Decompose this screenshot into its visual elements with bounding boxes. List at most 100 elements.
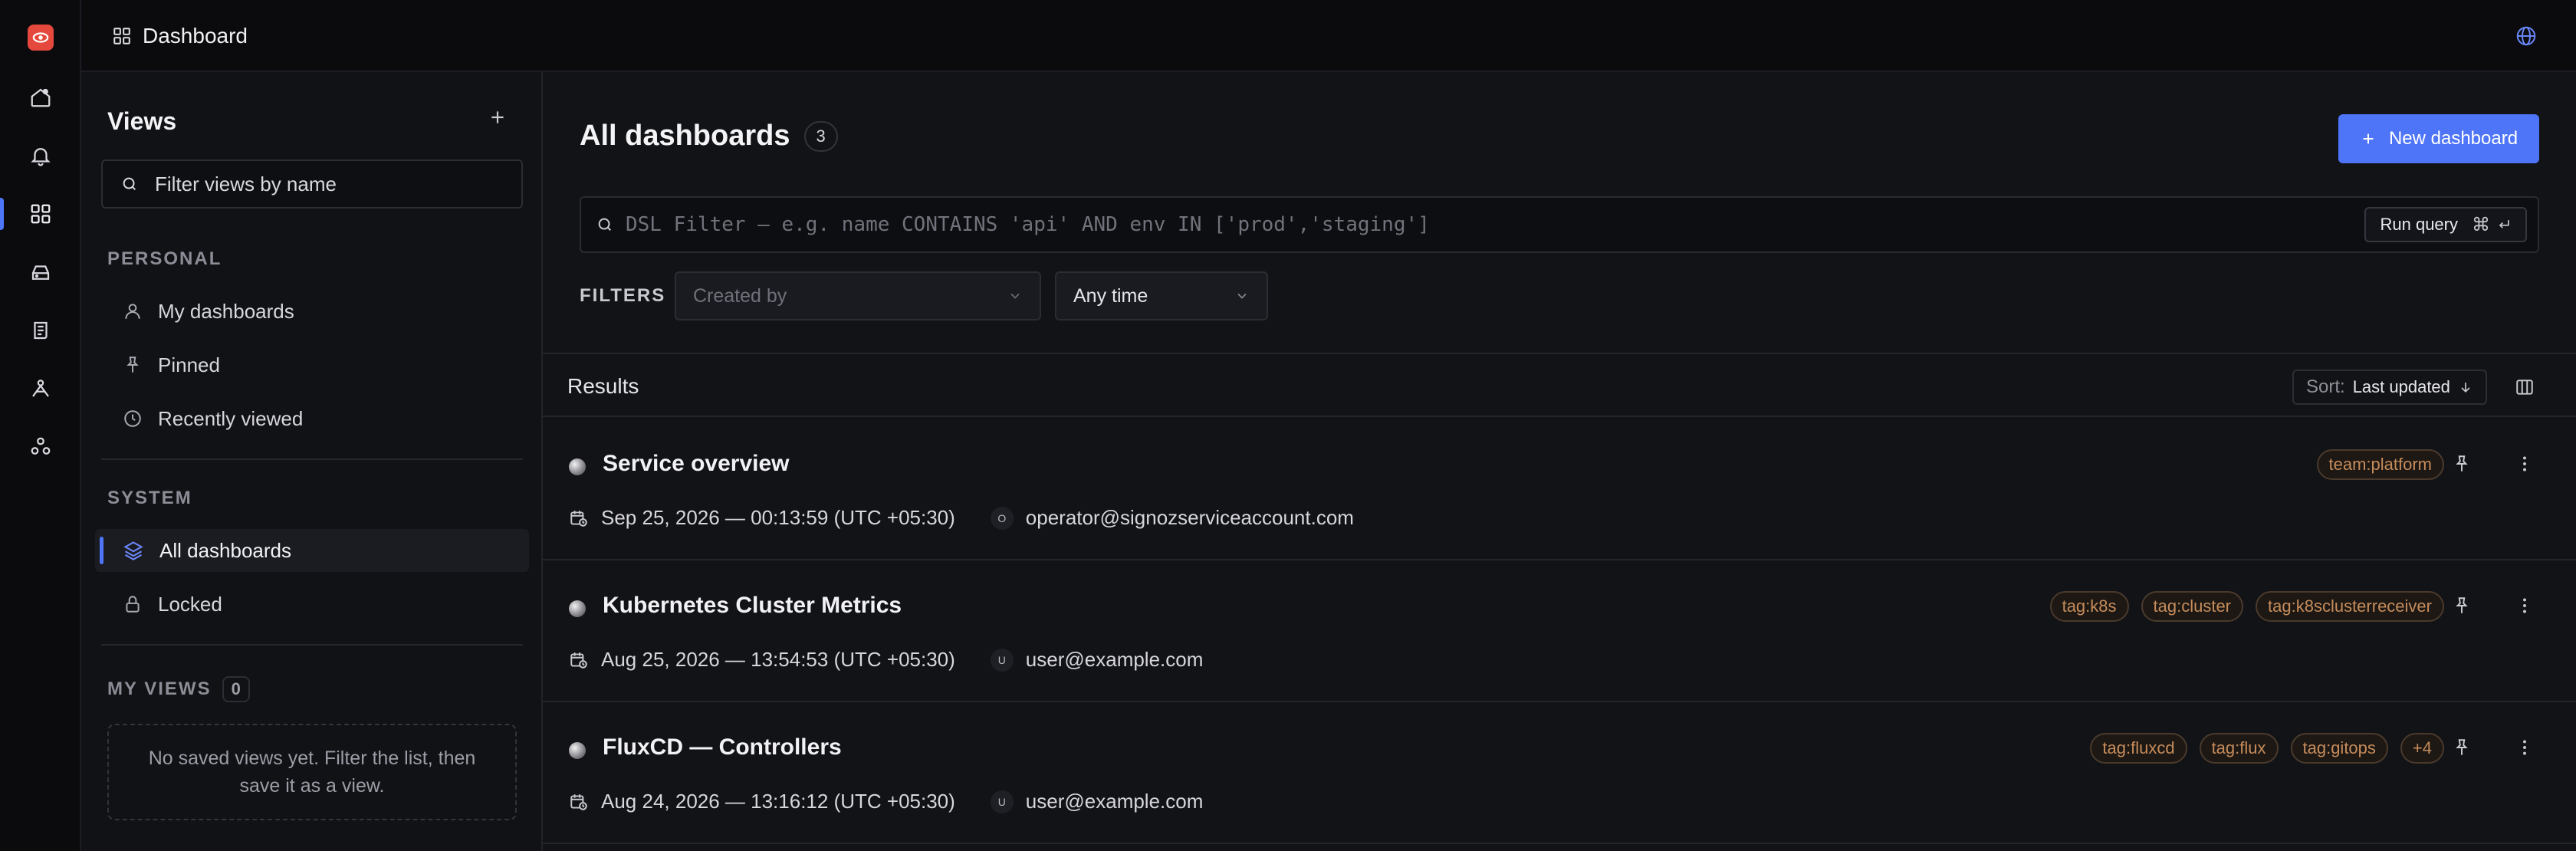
sidebar-divider: [101, 458, 523, 460]
nav-item-label: All dashboards: [159, 538, 291, 562]
logs-icon[interactable]: [0, 308, 81, 353]
nav-item-pinned[interactable]: Pinned: [95, 343, 529, 386]
dashboard-row[interactable]: FluxCD — Controllers tag:fluxcd tag:flux…: [543, 702, 2576, 844]
dashboard-meta: Sep 25, 2026 — 00:13:59 (UTC +05:30) O o…: [569, 506, 1354, 530]
pin-icon[interactable]: [2452, 596, 2472, 616]
sort-label: Sort:: [2306, 376, 2345, 397]
owner-email: user@example.com: [1025, 790, 1204, 813]
views-title: Views: [107, 107, 177, 135]
tag-chip[interactable]: tag:fluxcd: [2090, 733, 2187, 764]
calendar-clock-icon: [570, 510, 587, 527]
chevron-down-icon: [1237, 293, 1247, 299]
calendar-clock-icon: [570, 652, 587, 669]
tag-chip[interactable]: tag:k8sclusterreceiver: [2256, 591, 2444, 622]
command-enter-icon: ⌘: [2472, 214, 2512, 236]
nav-item-recently-viewed[interactable]: Recently viewed: [95, 397, 529, 440]
nav-item-my-dashboards[interactable]: My dashboards: [95, 290, 529, 333]
time-range-select[interactable]: Any time: [1055, 271, 1268, 320]
more-options-icon[interactable]: [2515, 454, 2535, 474]
search-icon: [598, 218, 612, 232]
pin-icon[interactable]: [2452, 454, 2472, 474]
integrations-icon[interactable]: [0, 425, 81, 469]
updated-date: Sep 25, 2026 — 00:13:59 (UTC +05:30): [601, 506, 955, 529]
more-options-icon[interactable]: [2515, 738, 2535, 757]
main-content: All dashboards 3 New dashboard Run query…: [543, 72, 2576, 851]
views-search-box: [101, 159, 523, 209]
user-icon: [125, 304, 140, 319]
clock-icon: [124, 410, 141, 427]
updated-date: Aug 25, 2026 — 13:54:53 (UTC +05:30): [601, 648, 955, 671]
time-range-value: Any time: [1073, 284, 1148, 307]
updated-date: Aug 24, 2026 — 13:16:12 (UTC +05:30): [601, 790, 955, 813]
sort-button[interactable]: Sort: Last updated: [2292, 370, 2487, 405]
chevron-down-icon: [1010, 293, 1020, 299]
page-breadcrumb-title: Dashboard: [143, 24, 248, 48]
dashboard-title[interactable]: Kubernetes Cluster Metrics: [603, 593, 902, 619]
pin-icon: [127, 356, 139, 373]
infrastructure-icon[interactable]: [0, 250, 81, 294]
layers-icon: [123, 541, 143, 560]
globe-icon[interactable]: [2515, 25, 2538, 48]
top-bar: Dashboard: [81, 0, 2576, 72]
search-icon: [123, 177, 136, 191]
filters-label: FILTERS: [580, 285, 666, 306]
dashboard-grid-icon: [113, 28, 130, 44]
dashboard-tags: team:platform: [2316, 449, 2444, 480]
breadcrumb: Dashboard: [112, 23, 248, 49]
tag-overflow-chip[interactable]: +4: [2400, 733, 2444, 764]
my-views-section-label: MY VIEWS 0: [107, 676, 250, 702]
plus-icon: [2363, 133, 2374, 144]
new-dashboard-button[interactable]: New dashboard: [2338, 114, 2539, 163]
tag-chip[interactable]: tag:flux: [2199, 733, 2279, 764]
sidebar-divider: [101, 644, 523, 646]
dashboard-row[interactable]: Kubernetes Cluster Metrics tag:k8s tag:c…: [543, 560, 2576, 702]
dashboard-ball-icon: [569, 600, 586, 617]
dashboard-title[interactable]: Service overview: [603, 451, 790, 477]
nav-item-label: Locked: [158, 592, 222, 616]
tag-chip[interactable]: tag:k8s: [2049, 591, 2129, 622]
new-dashboard-label: New dashboard: [2388, 128, 2518, 149]
sort-value: Last updated: [2352, 377, 2450, 396]
nav-item-all-dashboards[interactable]: All dashboards: [95, 529, 529, 572]
owner-email: operator@signozserviceaccount.com: [1025, 506, 1354, 529]
results-header: Results Sort: Last updated: [543, 353, 2576, 417]
created-by-select[interactable]: Created by: [675, 271, 1041, 320]
my-views-label: MY VIEWS: [107, 678, 212, 699]
signoz-logo-icon[interactable]: [28, 25, 54, 51]
nav-item-locked[interactable]: Locked: [95, 583, 529, 626]
views-search-input[interactable]: [155, 172, 508, 196]
my-views-count: 0: [222, 676, 250, 702]
lock-icon: [126, 596, 140, 613]
personal-section-label: PERSONAL: [107, 248, 222, 269]
results-label: Results: [567, 374, 639, 398]
nav-item-label: Recently viewed: [158, 406, 304, 430]
columns-toggle-icon[interactable]: [2515, 377, 2535, 397]
nav-item-label: My dashboards: [158, 299, 294, 323]
page-title-text: All dashboards: [580, 120, 790, 152]
dashboard-row[interactable]: Service overview team:platform Sep 25, 2…: [543, 419, 2576, 560]
dashboard-title[interactable]: FluxCD — Controllers: [603, 734, 842, 761]
add-view-plus-icon[interactable]: [488, 107, 508, 127]
dashboard-ball-icon: [569, 742, 586, 759]
avatar: U: [990, 790, 1014, 813]
dsl-filter-input[interactable]: [626, 213, 2353, 236]
dsl-filter-box: Run query ⌘: [580, 196, 2539, 253]
more-options-icon[interactable]: [2515, 596, 2535, 616]
dashboards-icon[interactable]: [0, 192, 81, 236]
home-icon[interactable]: [0, 75, 81, 120]
nav-item-label: Pinned: [158, 353, 220, 376]
dashboard-meta: Aug 24, 2026 — 13:16:12 (UTC +05:30) U u…: [569, 790, 1203, 813]
tag-chip[interactable]: tag:cluster: [2141, 591, 2244, 622]
alerts-icon[interactable]: [0, 133, 81, 178]
avatar: O: [990, 506, 1014, 530]
empty-views-message: No saved views yet. Filter the list, the…: [107, 724, 517, 820]
calendar-clock-icon: [570, 794, 587, 810]
pin-icon[interactable]: [2452, 738, 2472, 757]
dashboard-meta: Aug 25, 2026 — 13:54:53 (UTC +05:30) U u…: [569, 648, 1203, 672]
app-rail: [0, 0, 81, 851]
tag-chip[interactable]: team:platform: [2316, 449, 2444, 480]
owner-email: user@example.com: [1025, 648, 1204, 671]
tag-chip[interactable]: tag:gitops: [2290, 733, 2388, 764]
traces-icon[interactable]: [0, 366, 81, 411]
run-query-button[interactable]: Run query ⌘: [2364, 207, 2527, 242]
